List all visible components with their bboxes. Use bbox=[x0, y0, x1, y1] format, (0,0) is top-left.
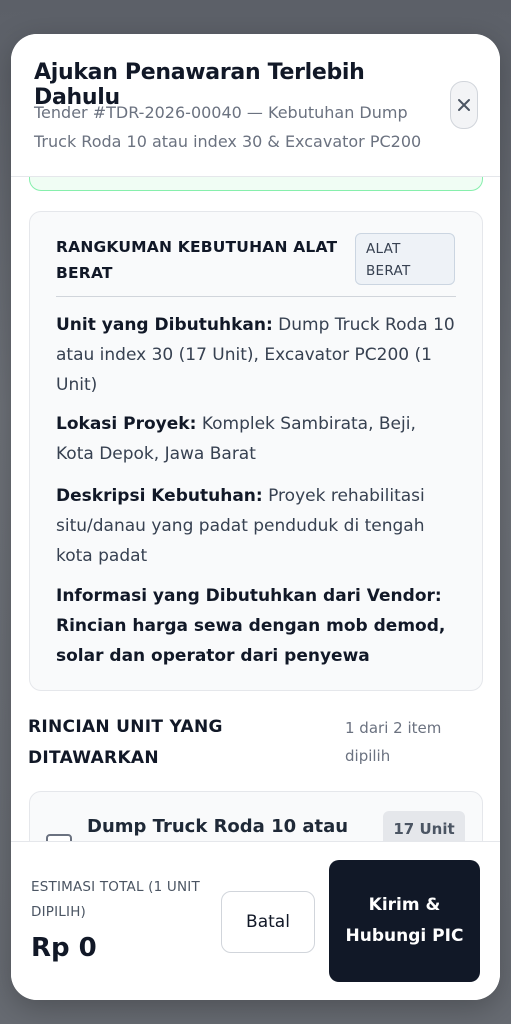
cancel-button[interactable]: Batal bbox=[221, 891, 315, 953]
field-location: Lokasi Proyek: Komplek Sambirata, Beji, … bbox=[56, 409, 456, 469]
field-value: Rincian harga sewa dengan mob demod, sol… bbox=[56, 616, 446, 666]
units-section-title: RINCIAN UNIT YANG DITAWARKAN bbox=[28, 717, 223, 768]
field-label: Lokasi Proyek: bbox=[56, 414, 197, 434]
info-banner bbox=[29, 176, 483, 191]
unit-name: Dump Truck Roda 10 atau bbox=[87, 816, 349, 837]
field-label: Deskripsi Kebutuhan: bbox=[56, 486, 263, 506]
modal-subtitle: Tender #TDR-2026-00040 — Kebutuhan Dump … bbox=[34, 103, 422, 151]
field-units: Unit yang Dibutuhkan: Dump Truck Roda 10… bbox=[56, 310, 456, 400]
close-button[interactable] bbox=[450, 81, 478, 129]
field-vendor-info: Informasi yang Dibutuhkan dari Vendor: R… bbox=[56, 581, 456, 671]
offer-modal: Ajukan Penawaran Terlebih Dahulu Tender … bbox=[11, 34, 500, 1000]
estimate-value: Rp 0 bbox=[31, 933, 97, 963]
submit-contact-pic-button[interactable]: Kirim & Hubungi PIC bbox=[329, 860, 480, 982]
category-badge: ALAT BERAT bbox=[355, 233, 455, 285]
selected-count: 1 dari 2 item dipilih bbox=[345, 719, 442, 765]
summary-title: RANGKUMAN KEBUTUHAN ALAT BERAT bbox=[56, 238, 338, 282]
unit-item[interactable]: Dump Truck Roda 10 atau 17 Unit bbox=[29, 791, 483, 841]
field-label: Unit yang Dibutuhkan: bbox=[56, 315, 273, 335]
estimate-label: ESTIMASI TOTAL (1 UNIT DIPILIH) bbox=[31, 879, 200, 920]
divider bbox=[56, 296, 456, 297]
field-description: Deskripsi Kebutuhan: Proyek rehabilitasi… bbox=[56, 481, 456, 571]
modal-body[interactable]: RANGKUMAN KEBUTUHAN ALAT BERAT ALAT BERA… bbox=[11, 176, 500, 841]
requirements-summary-card: RANGKUMAN KEBUTUHAN ALAT BERAT ALAT BERA… bbox=[29, 211, 483, 691]
close-icon bbox=[458, 99, 470, 111]
field-label: Informasi yang Dibutuhkan dari Vendor: bbox=[56, 586, 442, 606]
unit-qty-badge: 17 Unit bbox=[383, 811, 465, 841]
modal-footer: ESTIMASI TOTAL (1 UNIT DIPILIH) Rp 0 Bat… bbox=[11, 841, 500, 1000]
unit-checkbox[interactable] bbox=[46, 834, 72, 841]
modal-header: Ajukan Penawaran Terlebih Dahulu Tender … bbox=[11, 34, 500, 177]
